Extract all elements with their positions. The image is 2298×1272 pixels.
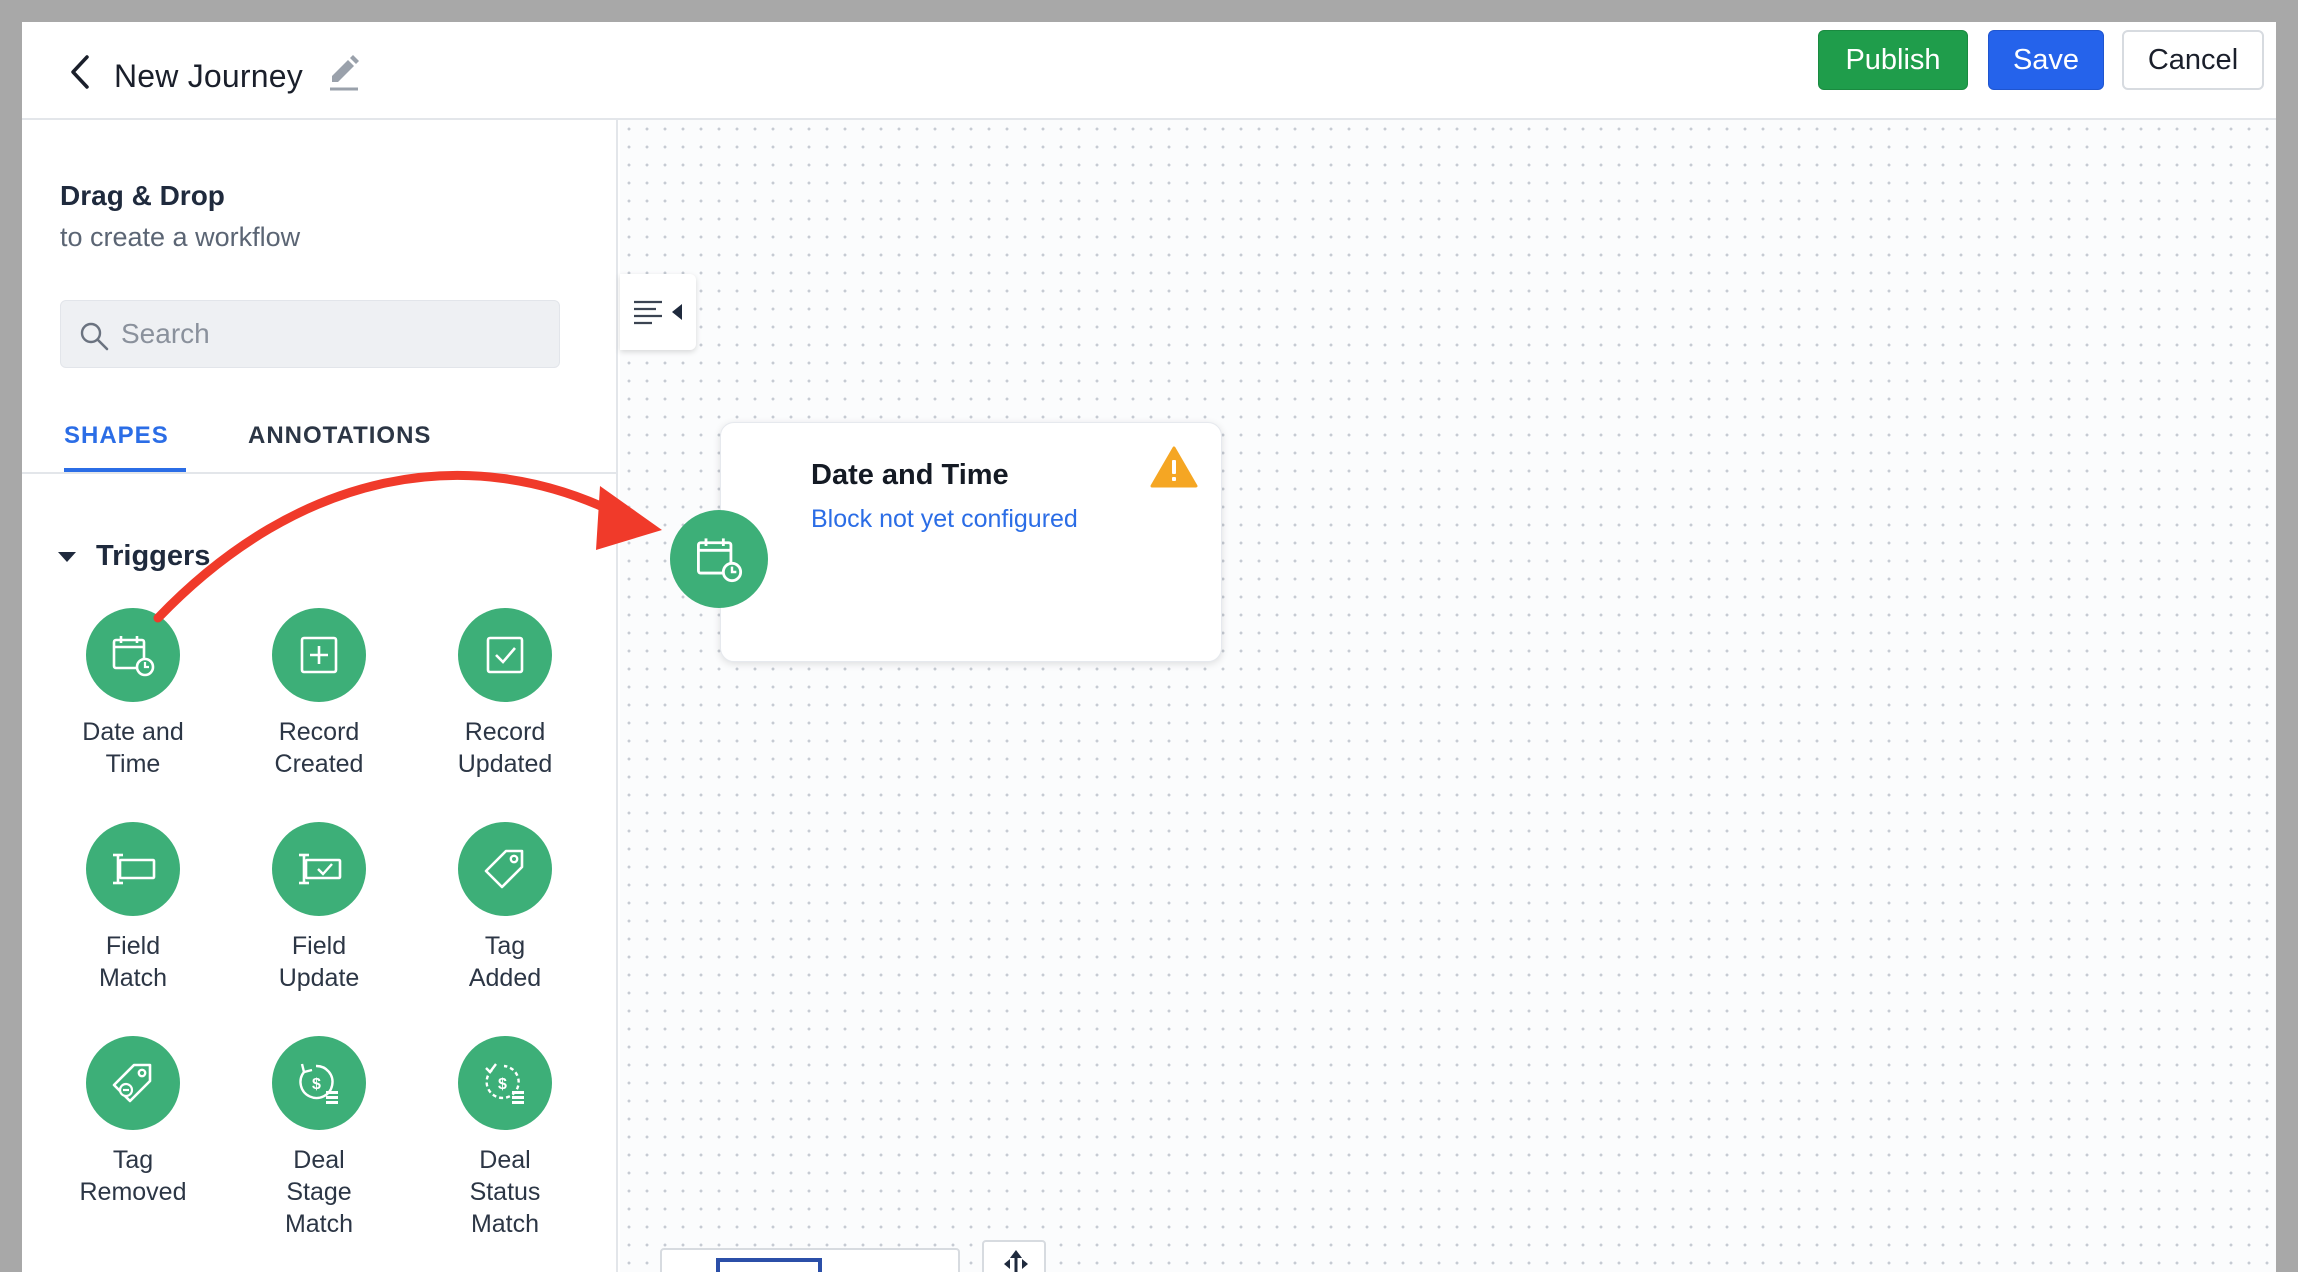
save-button[interactable]: Save bbox=[1988, 30, 2104, 90]
search-box bbox=[60, 300, 560, 368]
cancel-button[interactable]: Cancel bbox=[2122, 30, 2264, 90]
section-label: Triggers bbox=[96, 540, 211, 572]
shape-label: Field Match bbox=[98, 932, 168, 992]
shapes-sidebar: Drag & Drop to create a workflow SHAPES … bbox=[22, 120, 618, 1272]
shape-icon-circle bbox=[458, 822, 552, 916]
check-square-icon bbox=[486, 636, 524, 674]
shape-label: Record Created bbox=[274, 718, 364, 778]
shape-icon-circle bbox=[272, 608, 366, 702]
search-input[interactable] bbox=[121, 311, 541, 357]
move-icon bbox=[1004, 1250, 1028, 1272]
collapse-menu-icon bbox=[634, 300, 682, 325]
minimap[interactable] bbox=[660, 1248, 960, 1272]
shape-tag-added[interactable]: Tag Added bbox=[430, 822, 580, 994]
shape-label: Field Update bbox=[278, 932, 360, 992]
back-button[interactable] bbox=[56, 46, 104, 98]
node-title: Date and Time bbox=[811, 459, 1009, 491]
collapse-sidebar-button[interactable] bbox=[620, 274, 696, 350]
sidebar-tabs: SHAPES ANNOTATIONS bbox=[22, 412, 618, 474]
shape-deal-stage-match[interactable]: $ Deal Stage Match bbox=[244, 1036, 394, 1240]
header-bar: New Journey Publish Save Cancel bbox=[22, 22, 2276, 120]
publish-button[interactable]: Publish bbox=[1818, 30, 1968, 90]
shape-label: Tag Added bbox=[468, 932, 542, 992]
app-window: New Journey Publish Save Cancel Drag & D… bbox=[22, 22, 2276, 1272]
shape-icon-circle bbox=[458, 608, 552, 702]
tab-shapes[interactable]: SHAPES bbox=[64, 422, 186, 472]
pan-control-button[interactable] bbox=[982, 1240, 1046, 1272]
shape-record-updated[interactable]: Record Updated bbox=[430, 608, 580, 780]
shape-icon-circle bbox=[272, 822, 366, 916]
calendar-clock-icon bbox=[697, 538, 743, 583]
svg-text:$: $ bbox=[498, 1076, 507, 1093]
shape-icon-circle: $ bbox=[458, 1036, 552, 1130]
sidebar-subheading: to create a workflow bbox=[60, 222, 301, 252]
workflow-canvas[interactable]: Date and Time Block not yet configured bbox=[620, 120, 2276, 1272]
shape-field-match[interactable]: Field Match bbox=[58, 822, 208, 994]
trigger-node-icon[interactable] bbox=[670, 510, 768, 608]
edit-title-button[interactable] bbox=[324, 54, 364, 94]
shape-record-created[interactable]: Record Created bbox=[244, 608, 394, 780]
minimap-viewport[interactable] bbox=[716, 1258, 822, 1272]
triggers-section-toggle[interactable]: Triggers bbox=[58, 540, 210, 573]
deal-stage-icon: $ bbox=[299, 1063, 338, 1104]
tag-icon bbox=[484, 849, 524, 889]
shape-tag-removed[interactable]: Tag Removed bbox=[58, 1036, 208, 1208]
text-field-check-icon bbox=[299, 853, 342, 885]
shape-icon-circle bbox=[86, 608, 180, 702]
shape-label: Tag Removed bbox=[79, 1146, 187, 1206]
tag-minus-icon bbox=[112, 1063, 152, 1103]
warning-icon bbox=[1150, 446, 1198, 488]
shape-field-update[interactable]: Field Update bbox=[244, 822, 394, 994]
shape-icon-circle bbox=[86, 822, 180, 916]
shape-icon-circle bbox=[86, 1036, 180, 1130]
calendar-clock-icon bbox=[112, 636, 155, 677]
shape-label: Deal Status Match bbox=[469, 1146, 541, 1238]
trigger-node-card[interactable]: Date and Time Block not yet configured bbox=[720, 422, 1222, 662]
shape-deal-status-match[interactable]: $ Deal Status Match bbox=[430, 1036, 580, 1240]
sidebar-heading: Drag & Drop bbox=[60, 180, 225, 211]
deal-status-icon: $ bbox=[485, 1063, 524, 1104]
shape-label: Record Updated bbox=[457, 718, 553, 778]
shape-date-and-time[interactable]: Date and Time bbox=[58, 608, 208, 780]
node-status: Block not yet configured bbox=[811, 505, 1078, 533]
search-icon bbox=[80, 322, 109, 351]
plus-square-icon bbox=[300, 636, 338, 674]
chevron-left-icon bbox=[71, 55, 89, 89]
text-field-icon bbox=[113, 853, 156, 885]
shape-label: Deal Stage Match bbox=[284, 1146, 354, 1238]
page-title: New Journey bbox=[114, 58, 303, 94]
pencil-icon bbox=[330, 55, 359, 91]
shape-icon-circle: $ bbox=[272, 1036, 366, 1130]
caret-down-icon bbox=[58, 551, 76, 562]
shape-label: Date and Time bbox=[82, 718, 184, 778]
tab-annotations[interactable]: ANNOTATIONS bbox=[248, 422, 431, 472]
svg-text:$: $ bbox=[312, 1076, 321, 1093]
